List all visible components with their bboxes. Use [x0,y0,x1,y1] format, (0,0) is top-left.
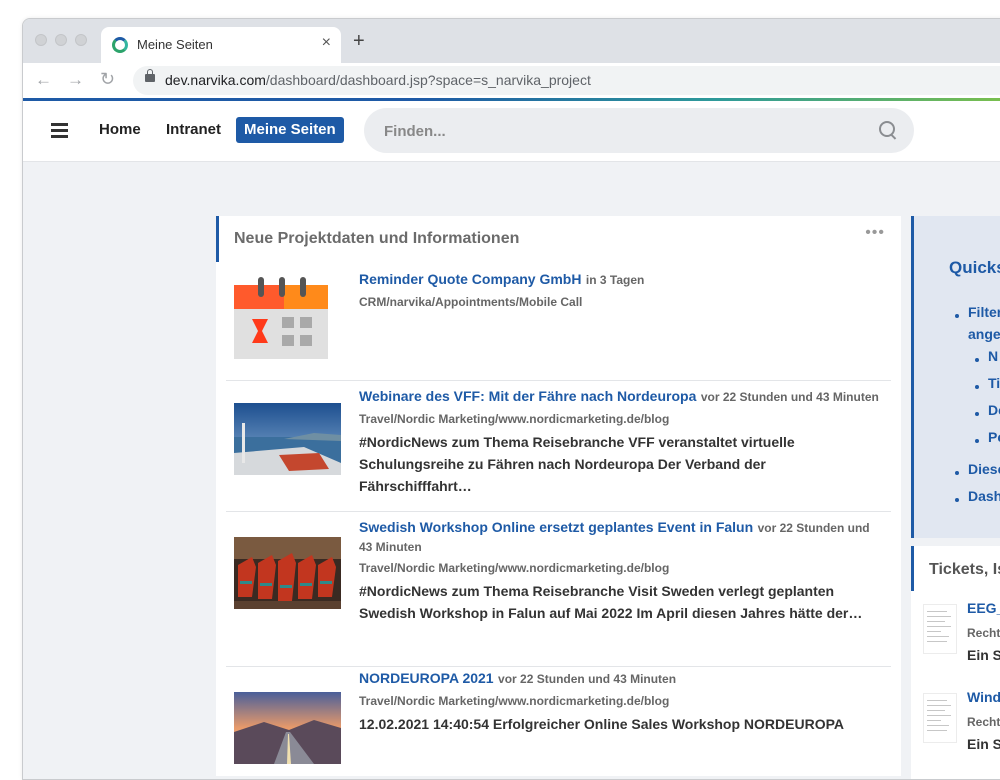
entry-description: #NordicNews zum Thema Reisebranche VFF v… [359,434,795,450]
ticket-description: Ein S [967,736,1000,752]
site-header: Home Intranet Meine Seiten [23,101,1000,162]
tickets-title: Tickets, Is [929,561,1000,578]
list-item: NORDEUROPA 2021 vor 22 Stunden und 43 Mi… [226,667,891,779]
close-window-button[interactable] [35,34,47,46]
panel-accent-bar [911,216,914,538]
quickstart-link[interactable]: Pe [988,429,1000,445]
nav-home-link[interactable]: Home [99,121,141,138]
list-item: Webinare des VFF: Mit der Fähre nach Nor… [226,381,891,512]
ticket-path: Recht/ [967,715,1000,729]
lock-icon [145,69,155,82]
entry-path: CRM/narvika/Appointments/Mobile Call [359,295,583,309]
new-tab-button[interactable]: + [353,31,365,51]
bullet-icon [975,412,979,416]
entry-time: vor 22 Stunden und 43 Minuten [498,672,677,686]
url-host: dev.narvika.com [165,72,266,88]
list-item-text: Webinare des VFF: Mit der Fähre nach Nor… [359,385,881,497]
entry-description: Swedish Workshop in Falun auf Mai 2022 I… [359,605,863,621]
site-favicon-icon [112,37,128,53]
entry-path: Travel/Nordic Marketing/www.nordicmarket… [359,694,670,708]
search-input[interactable] [382,119,846,143]
list-item-text: Reminder Quote Company GmbH in 3 Tagen C… [359,268,881,314]
forward-arrow-icon[interactable]: → [67,70,84,90]
entry-description: Schulungsreihe zu Fähren nach Nordeuropa… [359,456,766,494]
quickstart-link[interactable]: Diese [968,461,1000,477]
bullet-icon [955,314,959,318]
entry-time: vor 22 Stunden und 43 Minuten [700,390,879,404]
ferry-thumbnail[interactable] [234,403,341,475]
entry-description: #NordicNews zum Thema Reisebranche Visit… [359,583,835,599]
bullet-icon [955,498,959,502]
bullet-icon [955,471,959,475]
dalecarlian-horses-thumbnail[interactable] [234,537,341,609]
list-item-text: Swedish Workshop Online ersetzt geplante… [359,516,881,624]
panel-title: Neue Projektdaten und Informationen [234,230,520,247]
url-text: dev.narvika.com/dashboard/dashboard.jsp?… [165,72,591,88]
entry-path: Travel/Nordic Marketing/www.nordicmarket… [359,412,670,426]
url-path: /dashboard/dashboard.jsp?space=s_narvika… [265,72,591,88]
road-sunset-thumbnail[interactable] [234,692,341,764]
ticket-description: Ein S [967,647,1000,663]
calendar-thumbnail-icon[interactable] [234,277,328,359]
list-item: Swedish Workshop Online ersetzt geplante… [226,512,891,667]
list-item: Reminder Quote Company GmbH in 3 Tagen C… [226,266,891,381]
quickstart-link[interactable]: ange [968,326,1000,342]
entry-time: in 3 Tagen [585,273,645,287]
browser-window: Meine Seiten × + ← → ↻ dev.narvika.com/d… [22,18,1000,780]
bullet-icon [975,439,979,443]
search-box [364,108,914,153]
entry-title-link[interactable]: Reminder Quote Company GmbH [359,271,581,287]
bullet-icon [975,358,979,362]
project-info-panel: Neue Projektdaten und Informationen ••• [216,216,901,776]
entry-description: 12.02.2021 14:40:54 Erfolgreicher Online… [359,716,844,732]
minimize-window-button[interactable] [55,34,67,46]
document-thumbnail-icon[interactable] [923,604,957,654]
quickstart-title: Quicks [949,258,1000,277]
entry-path: Travel/Nordic Marketing/www.nordicmarket… [359,561,670,575]
tab-title: Meine Seiten [137,37,213,52]
ticket-title-link[interactable]: EEG_ [967,600,1000,616]
search-icon[interactable] [879,121,895,137]
list-item-text: NORDEUROPA 2021 vor 22 Stunden und 43 Mi… [359,667,881,735]
quickstart-link[interactable]: Dash [968,488,1000,504]
entry-title-link[interactable]: Swedish Workshop Online ersetzt geplante… [359,519,753,535]
bullet-icon [975,385,979,389]
nav-meine-seiten-button[interactable]: Meine Seiten [236,117,344,143]
entry-title-link[interactable]: Webinare des VFF: Mit der Fähre nach Nor… [359,388,696,404]
browser-tab[interactable]: Meine Seiten × [101,27,341,63]
panel-more-icon[interactable]: ••• [865,224,885,242]
tab-close-icon[interactable]: × [322,34,331,52]
address-bar[interactable]: dev.narvika.com/dashboard/dashboard.jsp?… [133,66,1000,95]
back-arrow-icon[interactable]: ← [35,70,52,90]
ticket-path: Recht/ [967,626,1000,640]
document-thumbnail-icon[interactable] [923,693,957,743]
entry-title-link[interactable]: NORDEUROPA 2021 [359,670,494,686]
panel-accent-bar [911,546,914,591]
panel-accent-bar [216,216,219,262]
quickstart-link[interactable]: Ti [988,375,1000,391]
reload-icon[interactable]: ↻ [100,69,115,90]
quickstart-link[interactable]: N [988,348,998,364]
tab-bar: Meine Seiten × + [23,19,1000,63]
quickstart-panel: Quicks Filter ange N Ti De Pe Diese Dash [911,216,1000,538]
maximize-window-button[interactable] [75,34,87,46]
nav-intranet-link[interactable]: Intranet [166,121,221,138]
quickstart-link[interactable]: Filter [968,304,1000,320]
ticket-title-link[interactable]: Wind [967,689,1000,705]
browser-toolbar: ← → ↻ dev.narvika.com/dashboard/dashboar… [23,63,1000,98]
hamburger-menu-icon[interactable] [51,123,68,138]
quickstart-link[interactable]: De [988,402,1000,418]
